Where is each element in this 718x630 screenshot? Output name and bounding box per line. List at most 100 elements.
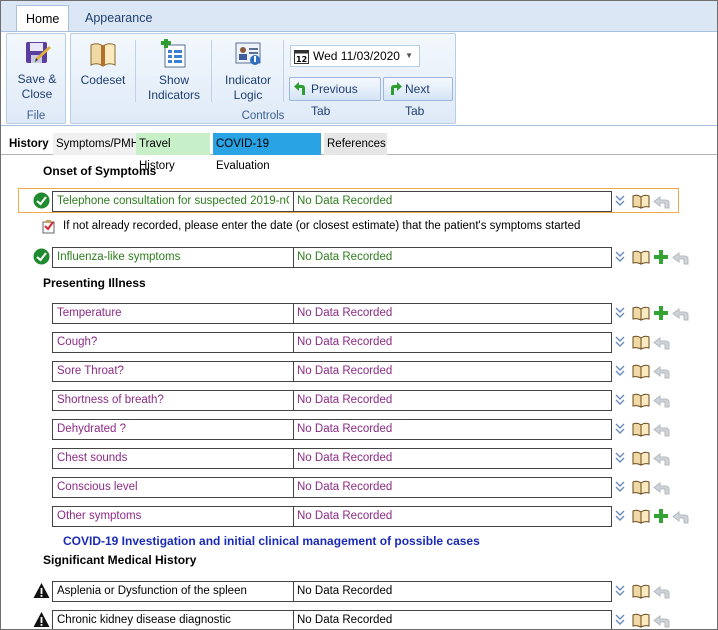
expand-chevron-icon[interactable] <box>615 481 625 496</box>
codeset-book-icon[interactable] <box>632 393 650 411</box>
expand-chevron-icon[interactable] <box>615 365 625 380</box>
onset-note-text: If not already recorded, please enter th… <box>63 220 581 232</box>
list-item: Conscious level No Data Recorded <box>1 477 717 498</box>
tab-references[interactable]: References <box>324 133 387 155</box>
codeset-book-icon[interactable] <box>632 613 650 629</box>
indicator-logic-label: Indicator Logic <box>224 73 272 102</box>
indicator-logic-button[interactable]: Indicator Logic <box>219 39 277 103</box>
add-icon[interactable] <box>653 305 669 324</box>
codeset-button[interactable]: Codeset <box>75 39 131 88</box>
expand-chevron-icon[interactable] <box>615 423 625 438</box>
data-entry-field[interactable]: Cough? No Data Recorded <box>52 332 612 353</box>
codeset-book-icon[interactable] <box>632 194 650 212</box>
codeset-book-icon[interactable] <box>632 480 650 498</box>
data-entry-field[interactable]: Other symptoms No Data Recorded <box>52 506 612 527</box>
field-label: Sore Throat? <box>57 365 124 377</box>
form-content: Onset of Symptoms If not already recorde… <box>1 156 717 629</box>
data-entry-field[interactable]: Dehydrated ? No Data Recorded <box>52 419 612 440</box>
show-indicators-button[interactable]: Show Indicators <box>143 39 205 103</box>
list-item: Shortness of breath? No Data Recorded <box>1 390 717 411</box>
data-entry-field[interactable]: Sore Throat? No Data Recorded <box>52 361 612 382</box>
data-entry-field[interactable]: Telephone consultation for suspected 201… <box>52 191 612 212</box>
field-divider <box>293 582 294 601</box>
data-entry-field[interactable]: Conscious level No Data Recorded <box>52 477 612 498</box>
add-icon[interactable] <box>653 249 669 268</box>
section-heading-onset: Onset of Symptoms <box>43 164 157 178</box>
codeset-book-icon[interactable] <box>632 250 650 268</box>
save-close-button[interactable]: Save & Close <box>13 38 61 102</box>
codeset-book-icon[interactable] <box>632 306 650 324</box>
field-value: No Data Recorded <box>297 336 393 348</box>
date-picker[interactable]: 12 Wed 11/03/2020 ▼ <box>290 45 420 67</box>
expand-chevron-icon[interactable] <box>615 614 625 629</box>
undo-icon[interactable] <box>653 196 671 212</box>
codeset-book-icon[interactable] <box>632 422 650 440</box>
field-label: Chest sounds <box>57 452 128 464</box>
next-tab-button[interactable]: Next Tab <box>383 77 453 118</box>
expand-chevron-icon[interactable] <box>615 336 625 351</box>
field-label: Shortness of breath? <box>57 394 164 406</box>
ribbon: Save & Close File Codeset Show Indicator… <box>1 31 717 126</box>
undo-icon[interactable] <box>653 453 671 469</box>
covid-guidance-link[interactable]: COVID-19 Investigation and initial clini… <box>63 534 480 548</box>
field-divider <box>293 611 294 629</box>
undo-icon[interactable] <box>653 366 671 382</box>
previous-tab-button[interactable]: Previous Tab <box>289 77 381 118</box>
tab-covid-19-evaluation[interactable]: COVID-19 Evaluation <box>213 133 321 172</box>
undo-icon[interactable] <box>653 615 671 629</box>
ribbon-tab-bar: Home Appearance <box>1 1 717 32</box>
undo-icon[interactable] <box>672 252 690 268</box>
note-icon <box>42 220 55 234</box>
data-entry-field[interactable]: Shortness of breath? No Data Recorded <box>52 390 612 411</box>
data-entry-field[interactable]: Asplenia or Dysfunction of the spleen No … <box>52 581 612 602</box>
tab-symptoms-pmh[interactable]: Symptoms/PMH <box>53 133 143 155</box>
field-label: Conscious level <box>57 481 138 493</box>
data-entry-field[interactable]: Influenza-like symptoms No Data Recorded <box>52 247 612 268</box>
warning-icon <box>33 611 50 628</box>
indicator-logic-icon <box>235 42 261 65</box>
onset-note: If not already recorded, please enter th… <box>42 220 581 234</box>
field-label: Telephone consultation for suspected 201… <box>57 195 289 207</box>
undo-icon[interactable] <box>653 482 671 498</box>
tab-history[interactable]: History <box>6 133 52 155</box>
field-value: No Data Recorded <box>297 423 393 435</box>
ribbon-tab-appearance[interactable]: Appearance <box>76 5 161 32</box>
save-close-icon <box>26 42 51 63</box>
codeset-book-icon[interactable] <box>632 509 650 527</box>
codeset-book-icon[interactable] <box>632 364 650 382</box>
undo-icon[interactable] <box>653 424 671 440</box>
codeset-book-icon[interactable] <box>632 451 650 469</box>
controls-group: Codeset Show Indicators Indicator Logic … <box>70 33 456 124</box>
codeset-book-icon[interactable] <box>632 335 650 353</box>
svg-text:12: 12 <box>296 55 307 64</box>
application-window: Home Appearance Save & Close File Codese… <box>0 0 718 630</box>
expand-chevron-icon[interactable] <box>615 307 625 322</box>
undo-icon[interactable] <box>672 511 690 527</box>
add-icon[interactable] <box>653 508 669 527</box>
tab-travel-history[interactable]: Travel History <box>136 133 210 172</box>
undo-icon[interactable] <box>672 308 690 324</box>
data-entry-field[interactable]: Chest sounds No Data Recorded <box>52 448 612 469</box>
ribbon-separator <box>283 40 284 102</box>
list-item: Other symptoms No Data Recorded <box>1 506 717 527</box>
data-entry-field[interactable]: Chronic kidney disease diagnostic No Data… <box>52 610 612 629</box>
codeset-book-icon[interactable] <box>632 584 650 602</box>
expand-chevron-icon[interactable] <box>615 452 625 467</box>
expand-chevron-icon[interactable] <box>615 510 625 525</box>
warning-icon <box>33 582 50 599</box>
undo-icon[interactable] <box>653 395 671 411</box>
check-icon <box>33 248 50 265</box>
undo-icon[interactable] <box>653 337 671 353</box>
field-label: Influenza-like symptoms <box>57 251 181 263</box>
field-value: No Data Recorded <box>297 365 393 377</box>
expand-chevron-icon[interactable] <box>615 195 625 210</box>
undo-icon[interactable] <box>653 586 671 602</box>
expand-chevron-icon[interactable] <box>615 585 625 600</box>
expand-chevron-icon[interactable] <box>615 394 625 409</box>
data-entry-field[interactable]: Temperature No Data Recorded <box>52 303 612 324</box>
ribbon-tab-home[interactable]: Home <box>16 5 70 32</box>
field-label: Chronic kidney disease diagnostic <box>57 614 231 626</box>
field-value: No Data Recorded <box>297 394 393 406</box>
expand-chevron-icon[interactable] <box>615 251 625 266</box>
list-item: Sore Throat? No Data Recorded <box>1 361 717 382</box>
